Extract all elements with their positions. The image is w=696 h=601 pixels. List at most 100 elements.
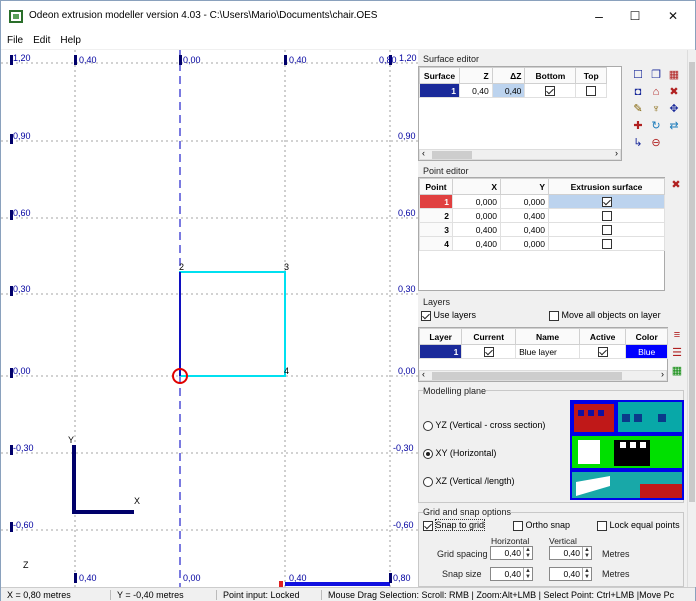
menu-edit[interactable]: Edit: [33, 35, 50, 46]
current-layer-checkbox[interactable]: [483, 346, 494, 357]
point-y[interactable]: 0,000: [500, 236, 549, 251]
delete-surface-icon[interactable]: ✖: [667, 85, 681, 99]
point-x[interactable]: 0,000: [452, 208, 501, 223]
snap-size-h-input[interactable]: [491, 569, 523, 579]
mirror-icon[interactable]: ⇄: [667, 119, 681, 133]
point-x[interactable]: 0,000: [452, 194, 501, 209]
corner-icon[interactable]: ↳: [631, 136, 645, 150]
layer-palette-icon[interactable]: ▦: [670, 364, 684, 378]
extrusion-checkbox[interactable]: [601, 196, 612, 207]
move-all-option[interactable]: Move all objects on layer: [549, 310, 661, 321]
radio-xz[interactable]: [423, 476, 433, 487]
grid-spacing-h-stepper[interactable]: ▲▼: [490, 546, 533, 560]
point-y[interactable]: 0,000: [500, 194, 549, 209]
layers-label: Layers: [423, 297, 451, 307]
point-y[interactable]: 0,400: [500, 222, 549, 237]
ortho-snap-option[interactable]: Ortho snap: [513, 520, 570, 531]
grid-label: 0,00: [13, 366, 31, 376]
panel-vscroll[interactable]: [687, 50, 696, 587]
layer-edit-icon[interactable]: ☰: [670, 346, 684, 360]
side-panel: Surface editor Surface Z ΔZ Bottom Top 1…: [418, 50, 687, 587]
col-header: Top: [575, 67, 607, 84]
layer-name[interactable]: Blue layer: [515, 344, 580, 359]
point-x[interactable]: 0,400: [452, 222, 501, 237]
delete-point-icon[interactable]: ✖: [669, 178, 683, 192]
snap-size-h-stepper[interactable]: ▲▼: [490, 567, 533, 581]
brush-icon[interactable]: ♆: [649, 102, 663, 116]
grid-spacing-v-stepper[interactable]: ▲▼: [549, 546, 592, 560]
rotate-icon[interactable]: ↻: [649, 119, 663, 133]
plane-option-yz[interactable]: YZ (Vertical - cross section): [423, 420, 545, 431]
surface-editor-label: Surface editor: [423, 54, 480, 64]
snap-to-grid-option[interactable]: Snap to grid: [423, 519, 486, 531]
maximize-button[interactable]: ☐: [615, 3, 655, 29]
house-icon[interactable]: ⌂: [649, 85, 663, 99]
layer-id[interactable]: 1: [418, 344, 463, 359]
grid-spacing-label: Grid spacing: [437, 549, 488, 559]
surface-z[interactable]: 0,40: [459, 83, 493, 98]
grid-spacing-h-input[interactable]: [491, 548, 523, 558]
point-y[interactable]: 0,400: [500, 208, 549, 223]
surface-outline: [179, 271, 286, 377]
point-id[interactable]: 2: [419, 208, 453, 223]
extrusion-checkbox[interactable]: [601, 210, 612, 221]
use-layers-option[interactable]: Use layers: [421, 310, 476, 321]
snap-to-grid-checkbox[interactable]: [423, 520, 433, 531]
layer-color[interactable]: Blue: [625, 344, 668, 359]
circle-icon[interactable]: ⊖: [649, 136, 663, 150]
radio-yz[interactable]: [423, 420, 433, 431]
copy-surface-icon[interactable]: ❐: [649, 68, 663, 82]
use-layers-checkbox[interactable]: [421, 310, 431, 321]
add-point-icon[interactable]: ✚: [631, 119, 645, 133]
extrude-icon[interactable]: ◘: [631, 85, 645, 99]
point-id[interactable]: 1: [419, 194, 453, 209]
point-label: 2: [179, 262, 185, 272]
menu-file[interactable]: File: [7, 35, 23, 46]
grid-spacing-v-input[interactable]: [550, 548, 582, 558]
plane-option-xy[interactable]: XY (Horizontal): [423, 448, 496, 459]
snap-size-v-input[interactable]: [550, 569, 582, 579]
horizontal-label: Horizontal: [491, 536, 530, 546]
grid-label: 0,40: [289, 55, 307, 65]
title-bar: Odeon extrusion modeller version 4.03 - …: [1, 1, 695, 31]
top-checkbox[interactable]: [586, 85, 597, 96]
use-layers-label: Use layers: [433, 310, 477, 320]
surface-hscroll[interactable]: ‹ ›: [419, 148, 621, 160]
table-row[interactable]: 1 0,000 0,000: [419, 194, 665, 209]
bottom-checkbox[interactable]: [545, 85, 556, 96]
layers-table: Layer Current Name Active Color 1 Blue l…: [418, 328, 668, 359]
layers-hscroll[interactable]: ‹ ›: [419, 369, 667, 381]
extrusion-checkbox[interactable]: [601, 224, 612, 235]
surface-dz[interactable]: 0,40: [491, 83, 526, 98]
grid-label: 0,60: [398, 208, 416, 218]
table-row[interactable]: 2 0,000 0,400: [419, 208, 665, 223]
surface-id[interactable]: 1: [419, 83, 460, 98]
point-id[interactable]: 3: [419, 222, 453, 237]
minimize-button[interactable]: –: [579, 3, 619, 29]
point-x[interactable]: 0,400: [452, 236, 501, 251]
status-bar: X = 0,80 metres Y = -0,40 metres Point i…: [1, 587, 695, 601]
paint-icon[interactable]: ✎: [631, 102, 645, 116]
extrusion-checkbox[interactable]: [601, 238, 612, 249]
point-id[interactable]: 4: [419, 236, 453, 251]
snap-size-v-stepper[interactable]: ▲▼: [549, 567, 592, 581]
layer-tool-icon[interactable]: ≡: [670, 328, 684, 342]
table-row[interactable]: 1 0,40 0,40: [419, 83, 607, 98]
grid-label: -0,60: [13, 520, 34, 530]
lock-equal-option[interactable]: Lock equal points: [597, 520, 680, 531]
table-row[interactable]: 4 0,400 0,000: [419, 236, 665, 251]
lock-equal-checkbox[interactable]: [597, 520, 607, 531]
drawing-canvas[interactable]: 1,20 0,90 0,60 0,30 0,00 -0,30 -0,60 0,9…: [1, 50, 418, 587]
close-button[interactable]: ✕: [653, 3, 693, 29]
radio-xy[interactable]: [423, 448, 433, 459]
move-all-checkbox[interactable]: [549, 310, 559, 321]
ortho-snap-checkbox[interactable]: [513, 520, 523, 531]
move-icon[interactable]: ✥: [667, 102, 681, 116]
new-surface-icon[interactable]: ☐: [631, 68, 645, 82]
paste-surface-icon[interactable]: ▦: [667, 68, 681, 82]
plane-option-xz[interactable]: XZ (Vertical /length): [423, 476, 515, 487]
menu-help[interactable]: Help: [60, 35, 81, 46]
active-layer-checkbox[interactable]: [597, 346, 608, 357]
table-row[interactable]: 1 Blue layer Blue: [418, 344, 668, 359]
table-row[interactable]: 3 0,400 0,400: [419, 222, 665, 237]
